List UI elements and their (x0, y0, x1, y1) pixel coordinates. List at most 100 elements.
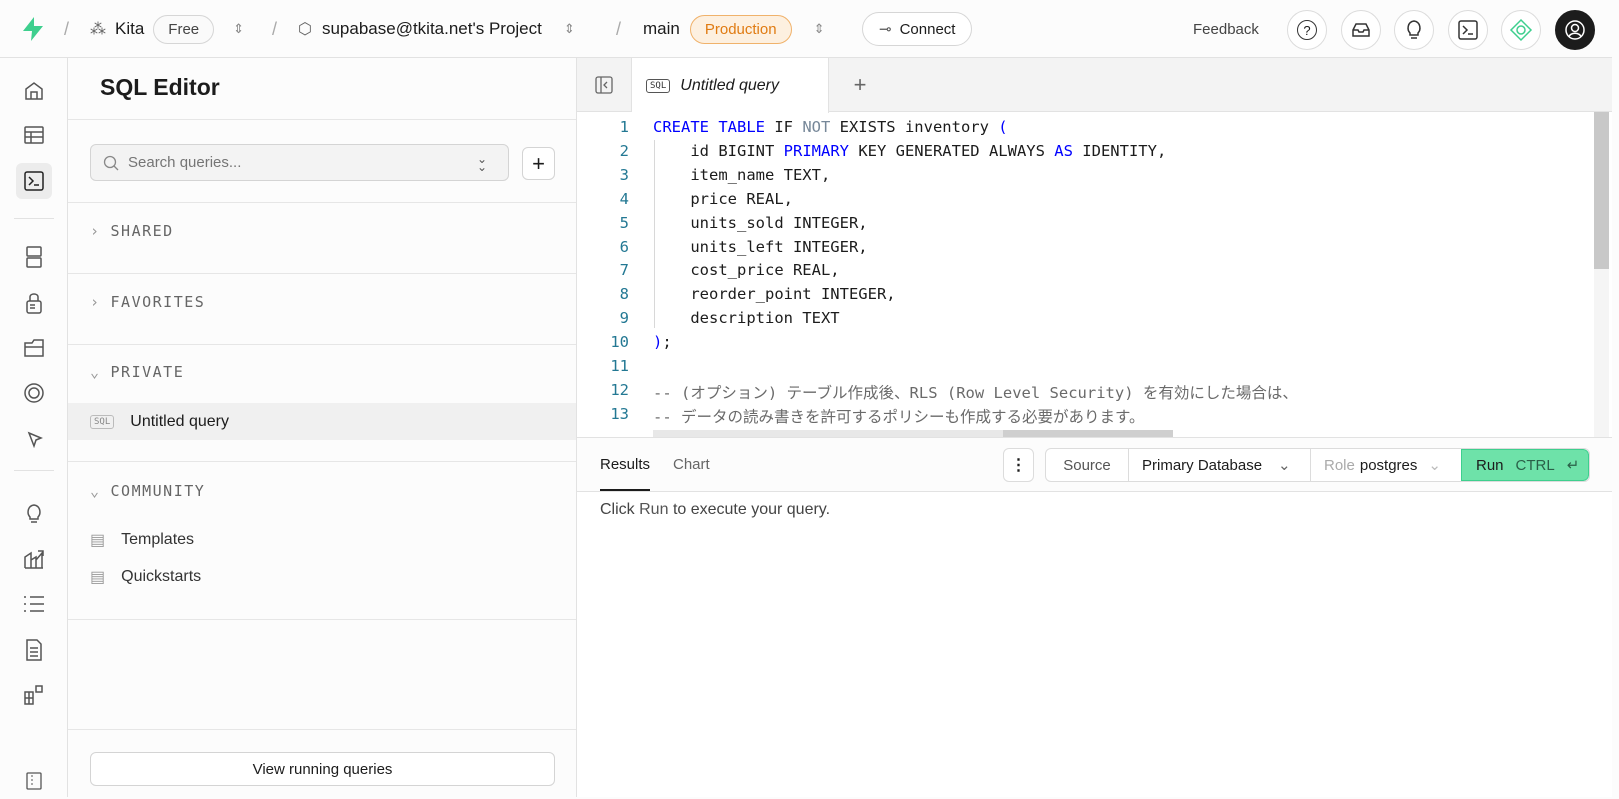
page-title: SQL Editor (100, 74, 220, 100)
terminal-button[interactable] (1448, 10, 1488, 50)
code-line: item_name TEXT, (653, 166, 830, 184)
vertical-scrollbar[interactable] (1594, 112, 1609, 437)
assistant-button[interactable] (1501, 10, 1541, 50)
tab-results[interactable]: Results (600, 456, 651, 491)
enter-icon: ↵ (1566, 457, 1580, 474)
toggle-sidebar-button[interactable] (577, 58, 632, 112)
sql-badge-icon: SQL (646, 78, 671, 93)
terminal-icon (1458, 20, 1478, 40)
rail-storage[interactable] (16, 330, 52, 366)
section-community[interactable]: ⌄ COMMUNITY (90, 482, 205, 500)
code-line: CREATE TABLE IF NOT EXISTS inventory ( (653, 118, 1008, 136)
search-input[interactable] (128, 154, 468, 171)
code-line: units_sold INTEGER, (653, 214, 867, 232)
avatar[interactable] (1555, 10, 1595, 50)
code-editor[interactable]: 1 CREATE TABLE IF NOT EXISTS inventory ( 2… (577, 112, 1594, 437)
rail-edge-functions[interactable] (16, 420, 52, 456)
rail-logs[interactable] (16, 586, 52, 622)
horizontal-scrollbar[interactable] (653, 430, 1173, 437)
new-tab-button[interactable]: + (845, 70, 875, 100)
rail-advisors[interactable] (16, 496, 52, 532)
rail-api-docs[interactable] (16, 632, 52, 668)
line-number: 9 (619, 309, 629, 328)
line-number: 11 (610, 357, 629, 375)
assistant-icon (1509, 18, 1533, 42)
new-query-button[interactable]: + (522, 147, 555, 180)
plus-icon: + (532, 150, 545, 176)
scrollbar-thumb[interactable] (1003, 430, 1173, 437)
list-icon (24, 596, 44, 612)
book-icon: ▤ (90, 568, 106, 586)
code-token: price REAL, (653, 189, 793, 208)
results-message: Click Run to execute your query. (600, 501, 830, 519)
rail-collapse[interactable] (16, 763, 52, 799)
chevron-updown-icon: ⇕ (233, 21, 245, 36)
rail-realtime[interactable] (16, 375, 52, 411)
shortcut-label: CTRL (1515, 456, 1555, 474)
supabase-logo[interactable] (22, 0, 44, 58)
view-running-queries-button[interactable]: View running queries (90, 752, 555, 786)
inbox-button[interactable] (1341, 10, 1381, 50)
tab-untitled-query[interactable]: SQL Untitled query (632, 58, 829, 113)
code-token: reorder_point INTEGER, (653, 285, 896, 304)
tab-label: Untitled query (680, 76, 779, 94)
scrollbar-thumb[interactable] (1594, 112, 1609, 269)
connect-label: Connect (899, 20, 956, 38)
chevron-down-icon: ⌄ (90, 363, 101, 381)
rail-auth[interactable] (16, 285, 52, 321)
project-name: supabase@tkita.net's Project (321, 19, 542, 38)
lightbulb-icon (27, 504, 41, 523)
rail-home[interactable] (16, 73, 52, 109)
database-icon (26, 246, 42, 268)
tips-button[interactable] (1394, 10, 1434, 50)
query-item-untitled[interactable]: SQL Untitled query (68, 403, 576, 440)
code-token: ) (653, 333, 663, 352)
chevrons-down-icon[interactable]: ⌄ ⌄ (477, 153, 487, 173)
database-value: Primary Database (1142, 456, 1263, 474)
rail-sql-editor[interactable] (16, 163, 52, 199)
connect-button[interactable]: ⊸ Connect (862, 12, 973, 46)
section-label: PRIVATE (110, 363, 185, 381)
line-number: 5 (619, 213, 629, 232)
project-selector[interactable]: ⬡ supabase@tkita.net's Project ⇕ (298, 0, 575, 58)
database-select[interactable]: Primary Database ⌄ (1129, 449, 1311, 481)
table-icon (24, 126, 44, 144)
rail-table-editor[interactable] (16, 117, 52, 153)
tab-chart[interactable]: Chart (673, 456, 710, 473)
chevron-down-icon: ⌄ (1428, 457, 1441, 474)
chevron-updown-icon: ⇕ (563, 21, 575, 36)
org-selector[interactable]: ⁂ Kita Free ⇕ (90, 0, 244, 58)
line-number: 13 (610, 404, 629, 423)
rail-reports[interactable] (16, 541, 52, 577)
code-line: price REAL, (653, 190, 793, 208)
code-line: cost_price REAL, (653, 261, 839, 279)
rail-database[interactable] (16, 239, 52, 275)
query-label: Untitled query (130, 412, 229, 430)
rail-integrations[interactable] (16, 677, 52, 713)
section-private[interactable]: ⌄ PRIVATE (90, 363, 184, 381)
feedback-button[interactable]: Feedback (1193, 0, 1259, 58)
branch-selector[interactable]: main Production ⇕ (643, 0, 824, 58)
section-favorites[interactable]: › FAVORITES (90, 293, 205, 311)
code-line: description TEXT (653, 309, 839, 327)
search-field[interactable]: ⌄⌄ (90, 144, 509, 181)
line-number: 10 (610, 333, 629, 352)
community-item-quickstarts[interactable]: ▤ Quickstarts (68, 558, 576, 595)
help-button[interactable]: ? (1287, 10, 1327, 50)
blocks-icon (24, 685, 43, 705)
terminal-icon (24, 171, 44, 191)
code-line: reorder_point INTEGER, (653, 285, 896, 304)
run-label: Run (1476, 456, 1504, 474)
code-token: -- (オプション) テーブル作成後、RLS (Row Level Securi… (653, 383, 1298, 402)
line-number: 2 (619, 141, 629, 160)
run-button[interactable]: Run CTRL ↵ (1461, 449, 1589, 481)
editor-pane: SQL Untitled query + 1 CREATE TABLE IF NO… (577, 58, 1612, 797)
code-line: ); (653, 333, 672, 351)
code-line: -- データの読み書きを許可するポリシーも作成する必要があります。 (653, 405, 1144, 427)
community-item-templates[interactable]: ▤ Templates (68, 521, 576, 558)
more-options-button[interactable]: ⋮ (1003, 448, 1034, 482)
section-shared[interactable]: › SHARED (90, 222, 174, 240)
editor-tab-bar: SQL Untitled query + (577, 58, 1612, 113)
line-number: 1 (619, 118, 629, 136)
role-select[interactable]: Role postgres ⌄ (1311, 449, 1461, 481)
